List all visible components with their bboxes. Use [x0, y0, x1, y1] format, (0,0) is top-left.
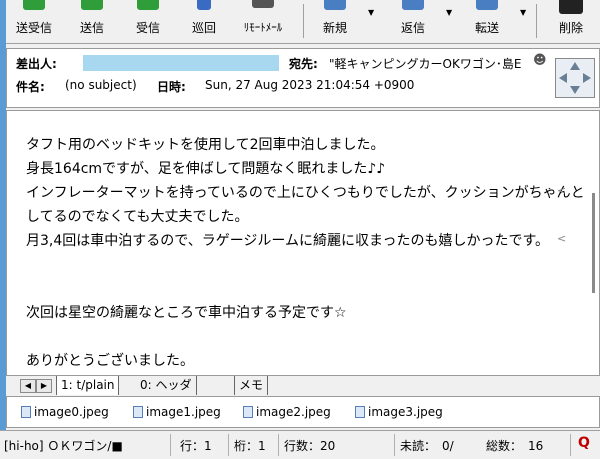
send-receive-label: 送受信 [15, 21, 52, 35]
attachment-name: image2.jpeg [256, 405, 331, 419]
body-line: インフレーターマットを持っているので上にひくつもりでしたが、クッションがちゃんと [26, 185, 585, 201]
attachment-name: image1.jpeg [146, 405, 221, 419]
image-file-icon [21, 406, 31, 418]
message-body[interactable]: タフト用のベッドキットを使用して2回車中泊しました。 身長164cmですが、足を… [6, 110, 600, 376]
message-text: タフト用のベッドキットを使用して2回車中泊しました。 身長164cmですが、足を… [26, 133, 585, 373]
attachment-list: image0.jpeg image1.jpeg image2.jpeg imag… [6, 396, 600, 428]
new-label: 新規 [322, 21, 347, 35]
attachment-name: image0.jpeg [34, 405, 109, 419]
attachment-item[interactable]: image1.jpeg [133, 405, 221, 419]
reply-label: 返信 [400, 21, 425, 35]
receive-button[interactable]: 受信 [128, 0, 168, 42]
image-file-icon [133, 406, 143, 418]
subject-value: (no subject) [65, 78, 137, 92]
add-contact-icon[interactable]: ☻ [533, 53, 547, 68]
forward-button[interactable]: 転送 [464, 0, 510, 42]
status-unread: 未読： 0/ [400, 439, 454, 453]
body-line: してるのでなくても大丈夫でした。 [26, 209, 249, 225]
attachment-item[interactable]: image3.jpeg [355, 405, 443, 419]
tab-memo[interactable]: メモ [234, 376, 269, 395]
toolbar: 送受信 送信 受信 巡回 ﾘﾓｰﾄﾒｰﾙ 新規 ▼ 返信 ▼ 転送 ▼ 削除 [6, 0, 600, 44]
patrol-icon [197, 0, 211, 10]
remote-mail-icon [252, 0, 274, 8]
new-mail-icon [324, 0, 346, 10]
new-button[interactable]: 新規 [312, 0, 358, 42]
status-divider [394, 434, 395, 456]
to-label: 宛先: [289, 57, 318, 71]
image-file-icon [243, 406, 253, 418]
status-bar: [hi-ho] ＯＫワゴン/■ 行：1 桁：1 行数：20 未読： 0/ 総数：… [0, 430, 600, 459]
reply-dropdown-arrow-icon[interactable]: ▼ [446, 8, 452, 17]
image-file-icon [355, 406, 365, 418]
forward-label: 転送 [474, 21, 499, 35]
receive-icon [137, 0, 159, 10]
status-divider [278, 434, 279, 456]
forward-dropdown-arrow-icon[interactable]: ▼ [520, 8, 526, 17]
body-line: 次回は星空の綺麗なところで車中泊する予定です☆ [26, 305, 347, 321]
send-button[interactable]: 送信 [72, 0, 112, 42]
toolbar-separator [536, 4, 537, 38]
delete-icon [559, 0, 583, 14]
body-line [26, 253, 566, 277]
send-label: 送信 [79, 21, 104, 35]
message-header: 差出人: 宛先: "軽キャンピングカーOKワゴン･島E ☻ 件名: (no su… [6, 48, 600, 108]
tab-header[interactable]: 0: ヘッダ [136, 376, 197, 395]
mail-window: 送受信 送信 受信 巡回 ﾘﾓｰﾄﾒｰﾙ 新規 ▼ 返信 ▼ 転送 ▼ 削除 差… [0, 0, 600, 459]
forward-icon [476, 0, 498, 10]
attachment-name: image3.jpeg [368, 405, 443, 419]
attachment-item[interactable]: image2.jpeg [243, 405, 331, 419]
from-value-redacted [83, 55, 279, 71]
status-line: 行：1 [180, 439, 212, 453]
status-line-count: 行数：20 [284, 439, 336, 453]
body-line: ありがとうございました。 [26, 353, 194, 369]
body-line: タフト用のベッドキットを使用して2回車中泊しました。 [26, 137, 385, 153]
status-divider [228, 434, 229, 456]
tab-scroll-left-icon[interactable]: ◀ [20, 379, 36, 393]
body-line [26, 325, 566, 349]
toolbar-separator [303, 4, 304, 38]
reply-icon [402, 0, 424, 10]
attachment-item[interactable]: image0.jpeg [21, 405, 109, 419]
patrol-button[interactable]: 巡回 [186, 0, 222, 42]
patrol-label: 巡回 [191, 21, 216, 35]
date-label: 日時: [157, 80, 186, 94]
remote-mail-button[interactable]: ﾘﾓｰﾄﾒｰﾙ [232, 0, 294, 42]
subject-label: 件名: [16, 80, 45, 94]
wrap-marker: < [557, 232, 567, 245]
new-dropdown-arrow-icon[interactable]: ▼ [368, 8, 374, 17]
body-line: 月3,4回は車中泊するので、ラゲージルームに綺麗に収まったのも嬉しかったです。 [26, 233, 550, 249]
view-tab-bar: ◀ ▶ 1: t/plain 0: ヘッダ メモ [6, 376, 600, 396]
to-value: "軽キャンピングカーOKワゴン･島E [329, 57, 522, 71]
send-icon [81, 0, 103, 10]
delete-button[interactable]: 削除 [548, 0, 594, 42]
tab-scroll-right-icon[interactable]: ▶ [36, 379, 52, 393]
wrap-marker: < [557, 184, 567, 197]
tab-text-plain[interactable]: 1: t/plain [56, 376, 120, 395]
reply-button[interactable]: 返信 [390, 0, 436, 42]
status-q-indicator: Q [578, 435, 590, 451]
status-divider [570, 434, 571, 456]
status-column: 桁：1 [234, 439, 266, 453]
status-divider [170, 434, 171, 456]
send-receive-button[interactable]: 送受信 [10, 0, 58, 42]
send-receive-icon [23, 0, 45, 10]
date-value: Sun, 27 Aug 2023 21:04:54 +0900 [205, 78, 415, 92]
message-nav-pad[interactable] [555, 58, 595, 98]
nav-arrows-icon [559, 62, 591, 94]
from-label: 差出人: [16, 57, 57, 71]
receive-label: 受信 [135, 21, 160, 35]
body-line [26, 277, 566, 301]
vertical-scrollbar[interactable] [592, 193, 595, 293]
body-line: 身長164cmですが、足を伸ばして問題なく眠れました♪♪ [26, 161, 386, 177]
status-total: 総数： 16 [486, 439, 544, 453]
remote-mail-label: ﾘﾓｰﾄﾒｰﾙ [243, 21, 283, 34]
status-folder: [hi-ho] ＯＫワゴン/■ [4, 439, 123, 453]
delete-label: 削除 [558, 21, 583, 35]
